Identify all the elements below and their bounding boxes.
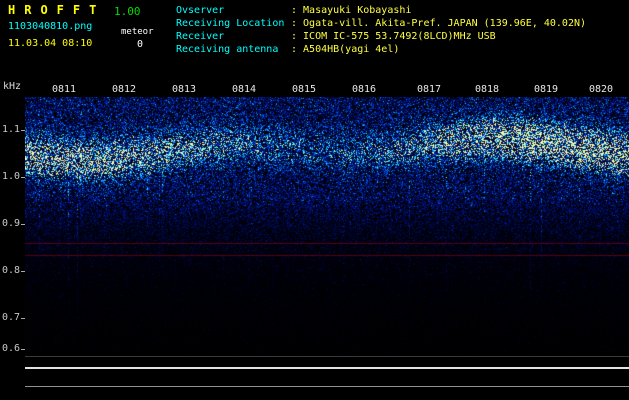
observation-datetime: 11.03.04 08:10 (8, 38, 93, 49)
y-tick-label: 0.7 (1, 312, 20, 323)
y-tick-label: 0.9 (1, 218, 20, 229)
station-info-label: Receiving Location (176, 18, 285, 29)
x-tick-label: 0816 (351, 84, 377, 95)
level-strip-bottom-line (25, 386, 629, 387)
y-axis-unit-label: kHz (3, 81, 22, 92)
level-strip-top-line (25, 356, 629, 357)
spectrogram-canvas (25, 97, 629, 355)
station-info-row: Receiver : ICOM IC-575 53.7492(8LCD)MHz U… (176, 30, 586, 43)
x-tick-label: 0813 (171, 84, 197, 95)
level-trace-baseline (25, 367, 629, 369)
x-tick-label: 0817 (416, 84, 442, 95)
x-tick-label: 0811 (51, 84, 77, 95)
station-info-value: : ICOM IC-575 53.7492(8LCD)MHz USB (291, 31, 496, 42)
y-tick-label: 1.0 (1, 171, 20, 182)
station-info-value: : A504HB(yagi 4el) (291, 44, 400, 55)
x-tick-label: 0818 (474, 84, 500, 95)
station-info-value: : Ogata-vill. Akita-Pref. JAPAN (139.96E… (291, 18, 587, 29)
x-tick-label: 0814 (231, 84, 257, 95)
station-info-row: Ovserver : Masayuki Kobayashi (176, 4, 586, 17)
station-info-label: Receiver (176, 31, 225, 42)
station-info-block: Ovserver : Masayuki Kobayashi Receiving L… (176, 4, 586, 56)
output-filename: 1103040810.png (8, 21, 93, 32)
station-info-row: Receiving Location : Ogata-vill. Akita-Pr… (176, 17, 586, 30)
meteor-counter-value: 0 (137, 39, 144, 50)
app-version: 1.00 (114, 5, 141, 18)
station-info-label: Receiving antenna (176, 44, 279, 55)
station-info-label: Ovserver (176, 5, 225, 16)
y-tick-label: 1.1 (1, 124, 20, 135)
station-info-row: Receiving antenna : A504HB(yagi 4el) (176, 43, 586, 56)
y-tick-label: 0.6 (1, 343, 20, 354)
station-info-value: : Masayuki Kobayashi (291, 5, 412, 16)
x-tick-label: 0812 (111, 84, 137, 95)
hrofft-window: HROFFT 1.00 1103040810.png meteor 0 11.0… (0, 0, 629, 400)
y-tick-label: 0.8 (1, 265, 20, 276)
x-tick-label: 0819 (533, 84, 559, 95)
x-tick-label: 0815 (291, 84, 317, 95)
meteor-counter-label: meteor (121, 27, 154, 37)
x-tick-label: 0820 (588, 84, 614, 95)
app-title: HROFFT (8, 3, 106, 17)
